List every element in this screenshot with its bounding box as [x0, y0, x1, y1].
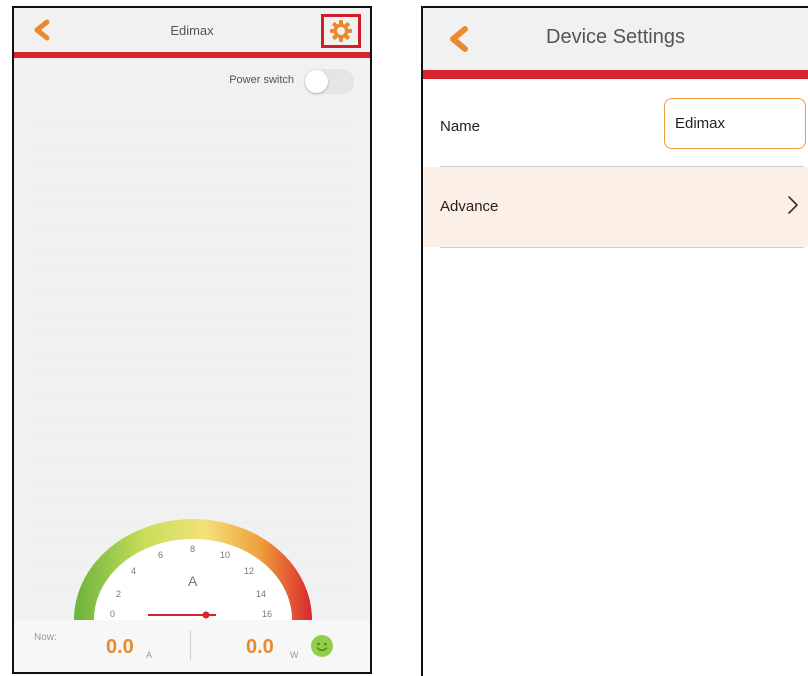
screen-title: Edimax: [170, 23, 214, 38]
current-value: 0.0: [106, 636, 134, 658]
power-switch-toggle[interactable]: [304, 69, 354, 94]
gauge-tick-10: 10: [220, 550, 230, 560]
settings-button[interactable]: [321, 14, 361, 48]
gauge-tick-6: 6: [158, 550, 163, 560]
screen-title: Device Settings: [546, 26, 685, 48]
device-screen: Edimax Power switch 0 2 4 6 8 10 12 14 1…: [12, 6, 372, 674]
readings-bar: Now: 0.0 A 0.0 W: [14, 620, 370, 672]
gear-icon: [330, 20, 352, 42]
top-bar: Edimax: [14, 8, 370, 52]
row-divider: [440, 247, 804, 248]
name-label: Name: [440, 118, 481, 135]
top-bar: Device Settings: [423, 8, 808, 70]
gauge-tick-8: 8: [190, 544, 195, 554]
gauge-needle-pivot: [202, 611, 210, 619]
smiley-icon: [311, 635, 333, 657]
gauge-tick-12: 12: [244, 566, 254, 576]
device-name-input[interactable]: [664, 98, 806, 149]
advance-label: Advance: [440, 198, 499, 215]
gauge-unit-label: A: [188, 573, 198, 589]
gauge-tick-14: 14: [256, 589, 266, 599]
gauge-tick-16: 16: [262, 609, 272, 619]
now-label: Now:: [34, 632, 57, 643]
gauge-tick-2: 2: [116, 589, 121, 599]
power-switch-label: Power switch: [229, 74, 294, 86]
device-settings-screen: Device Settings Name Advance: [421, 6, 808, 676]
current-unit: A: [146, 650, 153, 660]
gauge-tick-4: 4: [131, 566, 136, 576]
current-gauge: 0 2 4 6 8 10 12 14 16 A: [74, 519, 312, 620]
header-divider: [14, 52, 370, 58]
power-value: 0.0: [246, 636, 274, 658]
gauge-tick-0: 0: [110, 609, 115, 619]
power-unit: W: [290, 650, 299, 660]
readings-divider: [190, 630, 191, 660]
header-divider: [423, 70, 808, 79]
advance-row[interactable]: Advance: [423, 167, 808, 247]
chevron-right-icon: [788, 196, 798, 214]
toggle-knob: [305, 70, 328, 93]
